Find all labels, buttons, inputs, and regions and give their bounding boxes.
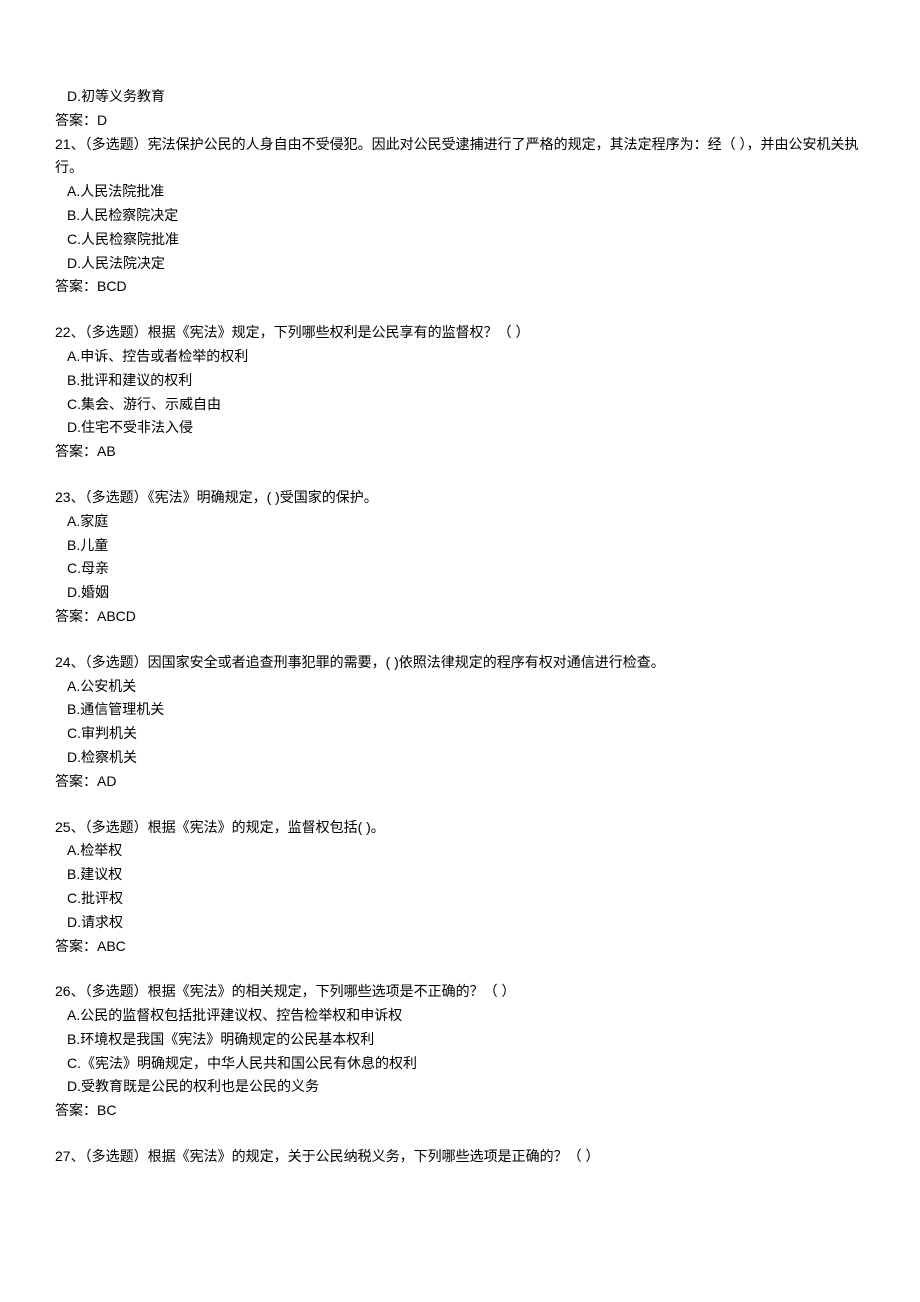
question-25: 25、（多选题）根据《宪法》的规定，监督权包括( )。 A.检举权 B.建议权 … [55, 816, 865, 959]
question-22: 22、（多选题）根据《宪法》规定，下列哪些权利是公民享有的监督权？（ ） A.申… [55, 321, 865, 464]
question-text: 25、（多选题）根据《宪法》的规定，监督权包括( )。 [55, 816, 865, 840]
option-d: D.人民法院决定 [55, 252, 865, 276]
question-23: 23、（多选题）《宪法》明确规定，( )受国家的保护。 A.家庭 B.儿童 C.… [55, 486, 865, 629]
question-26: 26、（多选题）根据《宪法》的相关规定，下列哪些选项是不正确的？（ ） A.公民… [55, 980, 865, 1123]
option-d: D.住宅不受非法入侵 [55, 416, 865, 440]
option-a: A.人民法院批准 [55, 180, 865, 204]
option-c: C.人民检察院批准 [55, 228, 865, 252]
answer-text: 答案：ABC [55, 935, 865, 959]
option-a: A.家庭 [55, 510, 865, 534]
option-c: C.批评权 [55, 887, 865, 911]
question-21: 21、（多选题）宪法保护公民的人身自由不受侵犯。因此对公民受逮捕进行了严格的规定… [55, 133, 865, 300]
option-a: A.检举权 [55, 839, 865, 863]
option-c: C.集会、游行、示威自由 [55, 393, 865, 417]
option-b: B.儿童 [55, 534, 865, 558]
option-a: A.申诉、控告或者检举的权利 [55, 345, 865, 369]
option-b: B.通信管理机关 [55, 698, 865, 722]
option-d: D.受教育既是公民的权利也是公民的义务 [55, 1075, 865, 1099]
option-b: B.环境权是我国《宪法》明确规定的公民基本权利 [55, 1028, 865, 1052]
question-24: 24、（多选题）因国家安全或者追查刑事犯罪的需要，( )依照法律规定的程序有权对… [55, 651, 865, 794]
answer-text: 答案：AB [55, 440, 865, 464]
answer-text: 答案：AD [55, 770, 865, 794]
question-text: 26、（多选题）根据《宪法》的相关规定，下列哪些选项是不正确的？（ ） [55, 980, 865, 1004]
question-text: 24、（多选题）因国家安全或者追查刑事犯罪的需要，( )依照法律规定的程序有权对… [55, 651, 865, 675]
option-c: C.母亲 [55, 557, 865, 581]
option-d: D.请求权 [55, 911, 865, 935]
question-text: 23、（多选题）《宪法》明确规定，( )受国家的保护。 [55, 486, 865, 510]
option-c: C.审判机关 [55, 722, 865, 746]
option-d: D.检察机关 [55, 746, 865, 770]
option-b: B.人民检察院决定 [55, 204, 865, 228]
question-text: 21、（多选题）宪法保护公民的人身自由不受侵犯。因此对公民受逮捕进行了严格的规定… [55, 133, 865, 181]
option-a: A.公安机关 [55, 675, 865, 699]
option-b: B.批评和建议的权利 [55, 369, 865, 393]
question-27: 27、（多选题）根据《宪法》的规定，关于公民纳税义务，下列哪些选项是正确的？（ … [55, 1145, 865, 1169]
option-a: A.公民的监督权包括批评建议权、控告检举权和申诉权 [55, 1004, 865, 1028]
answer-text: 答案：D [55, 109, 865, 133]
answer-text: 答案：ABCD [55, 605, 865, 629]
option-c: C.《宪法》明确规定，中华人民共和国公民有休息的权利 [55, 1052, 865, 1076]
option-b: B.建议权 [55, 863, 865, 887]
answer-text: 答案：BC [55, 1099, 865, 1123]
question-text: 27、（多选题）根据《宪法》的规定，关于公民纳税义务，下列哪些选项是正确的？（ … [55, 1145, 865, 1169]
question-text: 22、（多选题）根据《宪法》规定，下列哪些权利是公民享有的监督权？（ ） [55, 321, 865, 345]
question-20-tail: D.初等义务教育 答案：D [55, 85, 865, 133]
answer-text: 答案：BCD [55, 275, 865, 299]
option-d: D.婚姻 [55, 581, 865, 605]
option-d: D.初等义务教育 [55, 85, 865, 109]
